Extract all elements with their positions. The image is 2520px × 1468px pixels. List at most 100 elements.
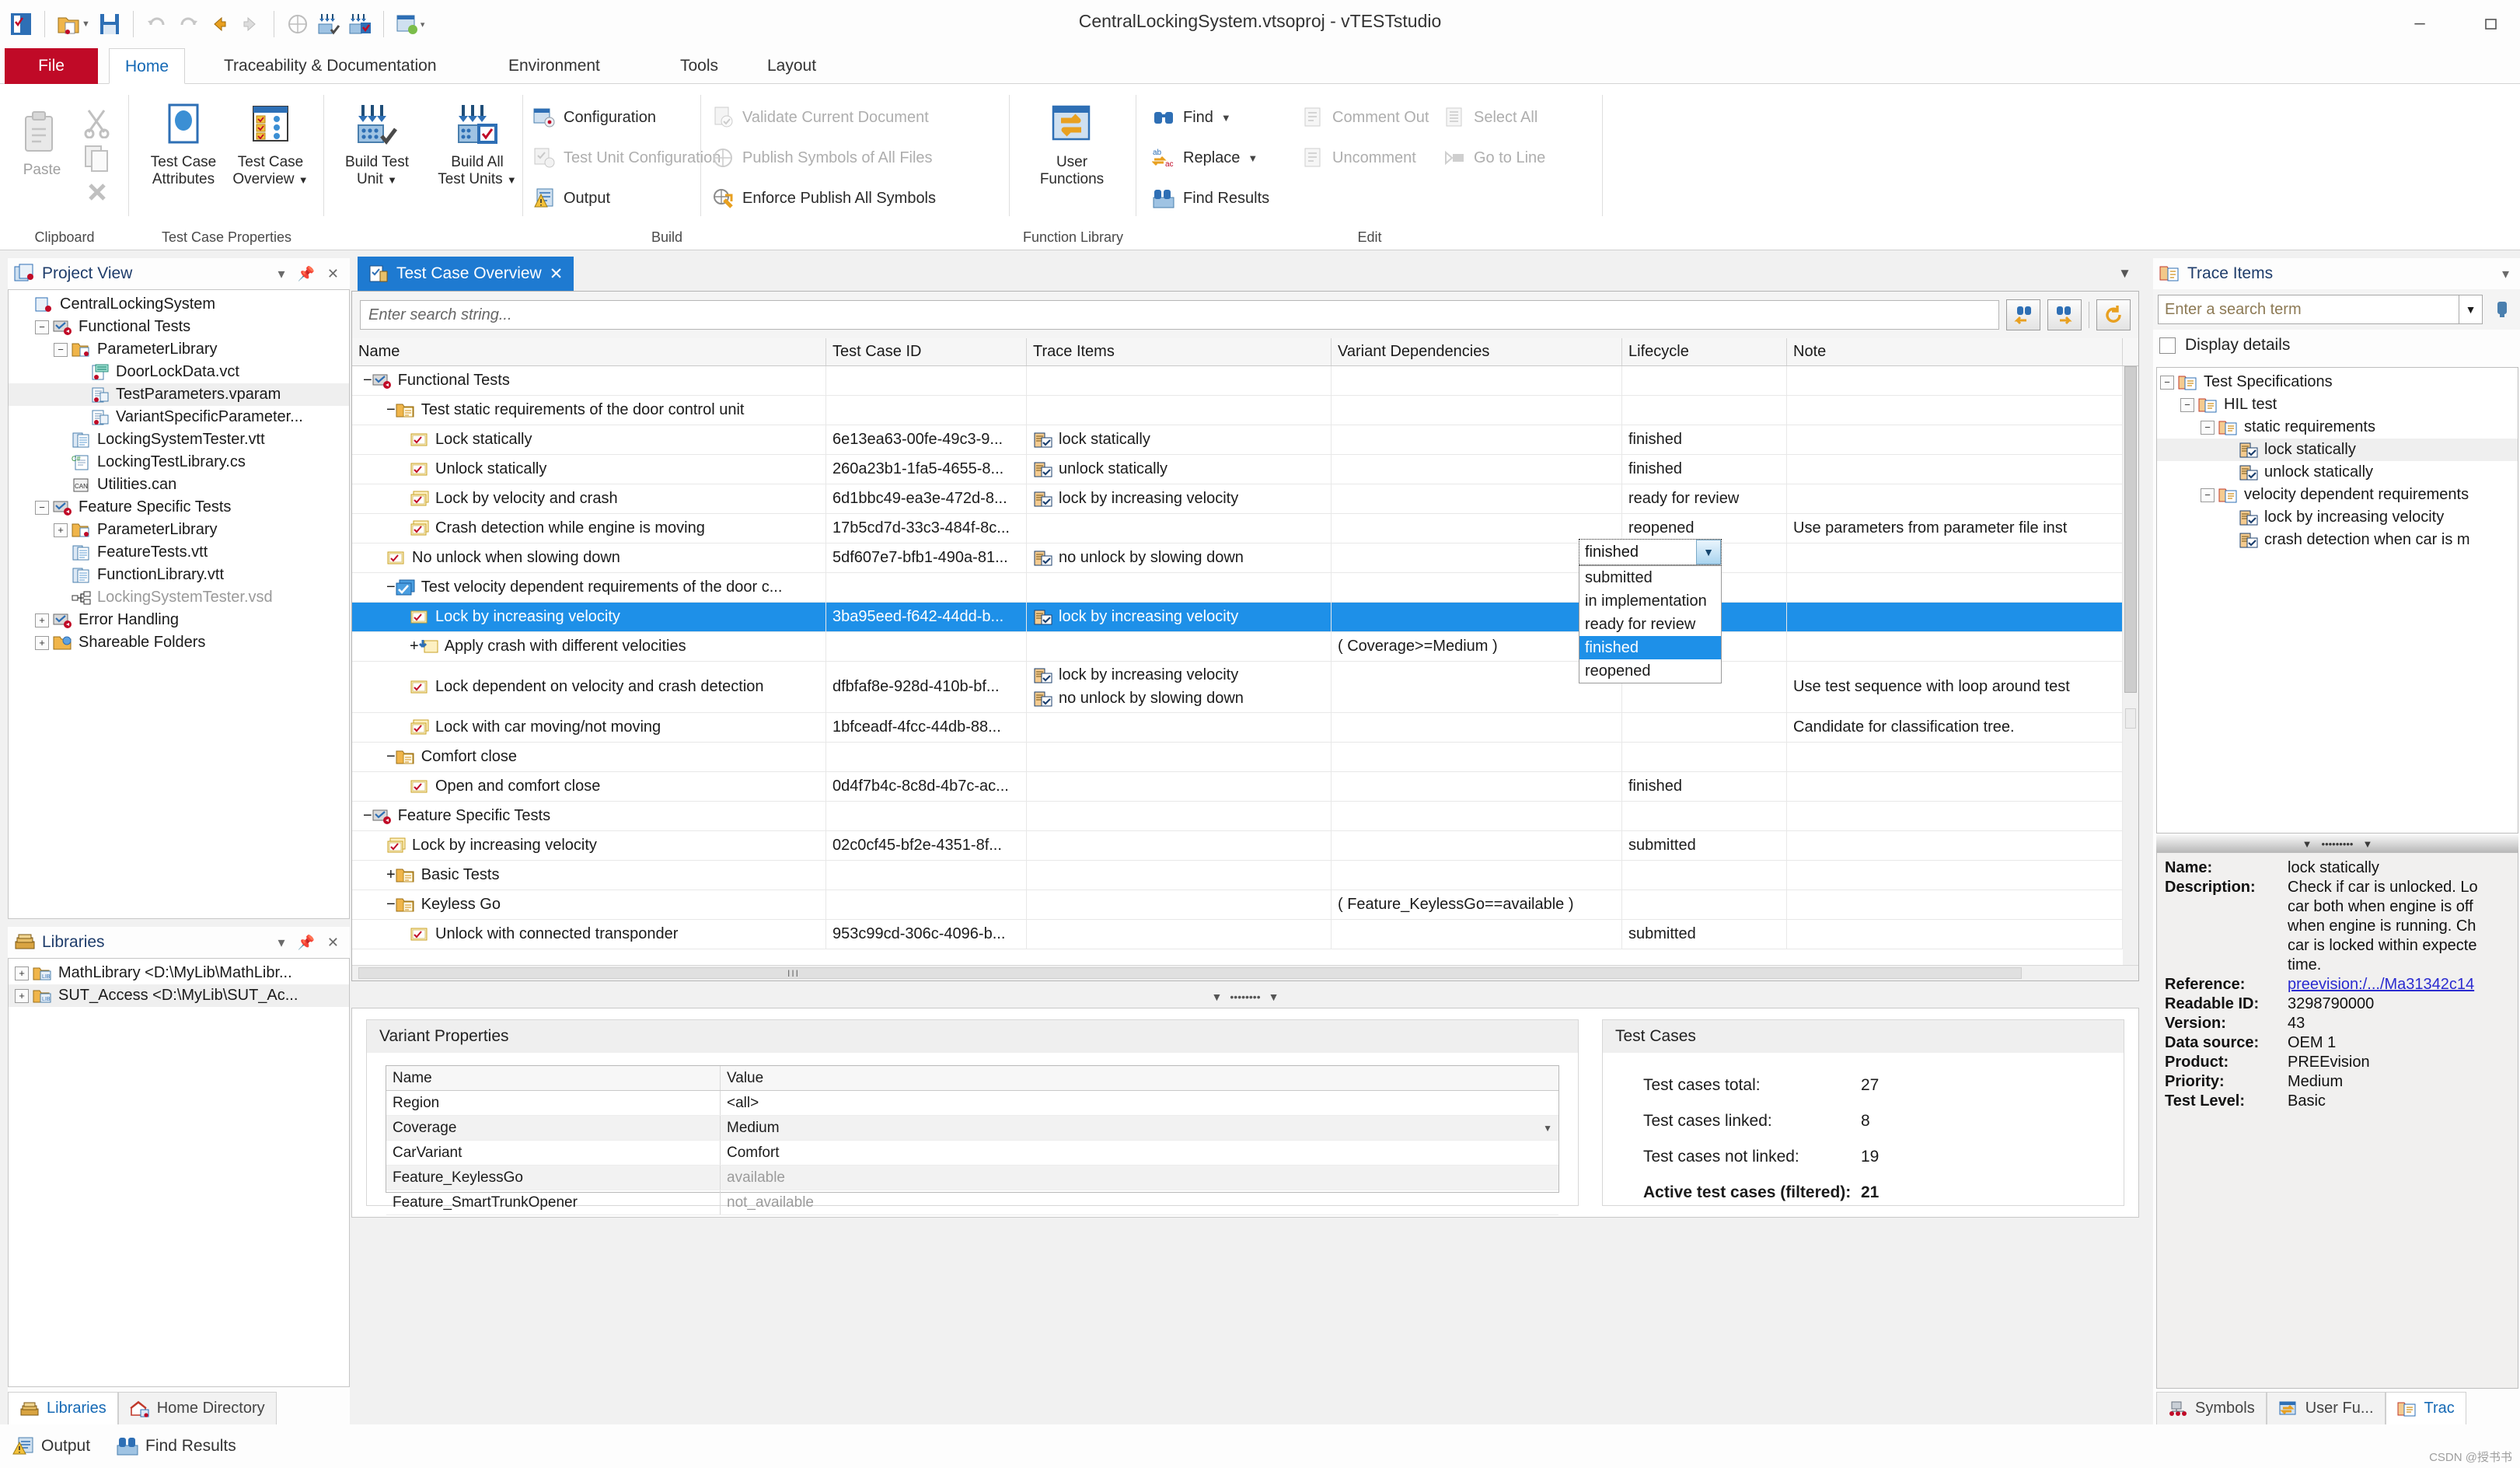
libraries-tree[interactable]: + LIB MathLibrary <D:\MyLib\MathLibr... + LI… [9, 959, 349, 1007]
document-tab-overflow-icon[interactable]: ▼ [2118, 266, 2131, 281]
cell-lifecycle[interactable] [1622, 396, 1787, 425]
trace-tree-item[interactable]: lock by increasing velocity [2157, 506, 2518, 529]
search-input[interactable]: Enter search string... [360, 300, 1999, 330]
cell-name[interactable]: Unlock with connected transponder [352, 920, 826, 949]
libraries-tab-strip[interactable]: Libraries Home Directory [8, 1389, 277, 1424]
variant-property-value[interactable]: available [721, 1166, 1558, 1190]
restore-icon[interactable] [2473, 9, 2509, 37]
cell-lifecycle[interactable]: ready for review [1622, 484, 1787, 513]
trace-search-input[interactable]: Enter a search term [2158, 295, 2459, 324]
variant-property-row[interactable]: CarVariant Comfort [386, 1141, 1558, 1166]
trace-search-action-icon[interactable] [2489, 295, 2515, 324]
quick-access-toolbar[interactable]: ▼ ▾ [0, 0, 428, 48]
chevron-down-icon[interactable]: ▼ [1696, 540, 1721, 564]
new-project-dropdown-icon[interactable]: ▼ [82, 19, 93, 29]
table-row[interactable]: − Feature Specific Tests [352, 802, 2138, 831]
trace-items-menu-icon[interactable]: ▾ [2502, 266, 2509, 282]
trace-tree-item[interactable]: crash detection when car is m [2157, 529, 2518, 551]
variant-column-header[interactable]: Name [386, 1066, 721, 1090]
lifecycle-dropdown-list[interactable]: submitted in implementation ready for revi… [1579, 565, 1722, 683]
build-all-test-units-icon[interactable] [345, 9, 375, 39]
user-functions-button[interactable]: User Functions [1030, 96, 1114, 188]
tree-expander-collapse[interactable]: − [363, 372, 372, 390]
table-row[interactable]: Unlock statically 260a23b1-1fa5-4655-8...… [352, 455, 2138, 484]
cell-lifecycle[interactable]: finished [1622, 425, 1787, 454]
grid-horizontal-scroll-thumb[interactable] [358, 967, 2022, 979]
cell-name[interactable]: Lock statically [352, 425, 826, 454]
undo-icon[interactable] [142, 9, 172, 39]
table-row[interactable]: − Test static requirements of the door co… [352, 396, 2138, 425]
lifecycle-option[interactable]: reopened [1579, 659, 1721, 683]
edit-item-find-results[interactable]: Find Results [1152, 187, 1269, 210]
table-row[interactable]: − Comfort close [352, 743, 2138, 772]
cell-name[interactable]: − Feature Specific Tests [352, 802, 826, 830]
project-tree-item[interactable]: + Shareable Folders [9, 631, 349, 654]
forward-icon[interactable] [236, 9, 265, 39]
grid-header-row[interactable]: Name Test Case ID Trace Items Variant Depen… [352, 338, 2138, 366]
build-item-configuration[interactable]: Configuration [532, 106, 656, 129]
tab-test-case-overview[interactable]: Test Case Overview ✕ [358, 257, 574, 291]
cell-name[interactable]: Lock dependent on velocity and crash det… [352, 662, 826, 712]
variant-property-value[interactable]: Medium ▼ [721, 1116, 1558, 1140]
table-row[interactable]: Lock statically 6e13ea63-00fe-49c3-9... lo… [352, 425, 2138, 455]
tree-expander-collapse[interactable]: − [54, 342, 68, 357]
grid-horizontal-scrollbar[interactable]: III [352, 965, 2138, 980]
detail-value[interactable]: preevision:/.../Ma31342c14 [2288, 976, 2518, 994]
libraries-pin-icon[interactable]: 📌 [297, 935, 314, 951]
new-project-icon[interactable] [54, 9, 83, 39]
tree-expander-collapse[interactable]: − [386, 401, 396, 419]
variant-property-value[interactable]: not_available [721, 1190, 1558, 1215]
tree-expander-collapse[interactable]: − [2180, 397, 2194, 412]
save-icon[interactable] [95, 9, 124, 39]
cell-name[interactable]: − Functional Tests [352, 366, 826, 395]
project-tree-item[interactable]: CentralLockingSystem [9, 293, 349, 316]
cell-lifecycle[interactable]: finished [1622, 772, 1787, 801]
table-row[interactable]: Lock by increasing velocity 3ba95eed-f642… [352, 603, 2138, 632]
tree-expander-collapse[interactable]: − [386, 578, 396, 596]
cell-lifecycle[interactable]: submitted [1622, 831, 1787, 860]
tab-layout[interactable]: Layout [752, 48, 832, 84]
lifecycle-option[interactable]: submitted [1579, 566, 1721, 589]
build-item-publish-symbols[interactable]: Publish Symbols of All Files [711, 146, 933, 170]
libraries-tab-home-directory[interactable]: Home Directory [117, 1392, 277, 1424]
build-test-unit-icon[interactable] [314, 9, 344, 39]
build-item-output[interactable]: Output [532, 187, 610, 210]
edit-item-comment-out[interactable]: Comment Out [1301, 106, 1429, 129]
cut-icon[interactable] [81, 106, 113, 138]
find-dropdown-icon[interactable]: ▼ [1221, 112, 1231, 124]
cell-name[interactable]: + Basic Tests [352, 861, 826, 890]
tree-expander-expand[interactable]: + [15, 966, 29, 980]
project-tree[interactable]: CentralLockingSystem − Functional Tests − Pa… [9, 290, 349, 654]
trace-search-dropdown-icon[interactable]: ▼ [2459, 295, 2483, 324]
variant-properties-table[interactable]: Name Value Region <all> Coverage Medium ▼ CarVa… [386, 1065, 1559, 1215]
delete-icon[interactable] [81, 176, 113, 208]
cell-name[interactable]: Lock with car moving/not moving [352, 713, 826, 742]
trace-panel-tab[interactable]: Trac [2385, 1392, 2466, 1424]
trace-tree-item[interactable]: − Test Specifications [2157, 371, 2518, 393]
tree-expander-collapse[interactable]: − [386, 748, 396, 766]
reference-link[interactable]: preevision:/.../Ma31342c14 [2288, 976, 2474, 993]
table-row[interactable]: + Basic Tests [352, 861, 2138, 890]
table-row[interactable]: − Keyless Go ( Feature_KeylessGo==availabl… [352, 890, 2138, 920]
grid-column-header[interactable]: Test Case ID [826, 338, 1027, 365]
lifecycle-option[interactable]: finished [1579, 636, 1721, 659]
back-icon[interactable] [204, 9, 234, 39]
variant-property-row[interactable]: Region <all> [386, 1091, 1558, 1116]
tab-environment[interactable]: Environment [493, 48, 616, 84]
find-next-icon[interactable] [2047, 299, 2082, 330]
cell-name[interactable]: − Keyless Go [352, 890, 826, 919]
project-tree-item[interactable]: LockingSystemTester.vtt [9, 428, 349, 451]
project-tree-item[interactable]: − Feature Specific Tests [9, 496, 349, 519]
libraries-menu-icon[interactable]: ▾ [277, 935, 284, 951]
splitter-collapse-up-icon[interactable]: ▼ [1212, 991, 1223, 1003]
edit-item-select-all[interactable]: Select All [1443, 106, 1537, 129]
variant-property-value[interactable]: Comfort [721, 1141, 1558, 1165]
table-row[interactable]: − Test velocity dependent requirements of… [352, 573, 2138, 603]
lifecycle-combo-editor[interactable]: finished ▼ [1579, 539, 1722, 565]
redo-icon[interactable] [173, 9, 203, 39]
cell-lifecycle[interactable] [1622, 366, 1787, 395]
project-tree-item[interactable]: + Error Handling [9, 609, 349, 631]
library-tree-item[interactable]: + LIB MathLibrary <D:\MyLib\MathLibr... [9, 962, 349, 984]
splitter-collapse-down-icon[interactable]: ▼ [1269, 991, 1279, 1003]
minimize-icon[interactable]: – [2402, 9, 2438, 37]
